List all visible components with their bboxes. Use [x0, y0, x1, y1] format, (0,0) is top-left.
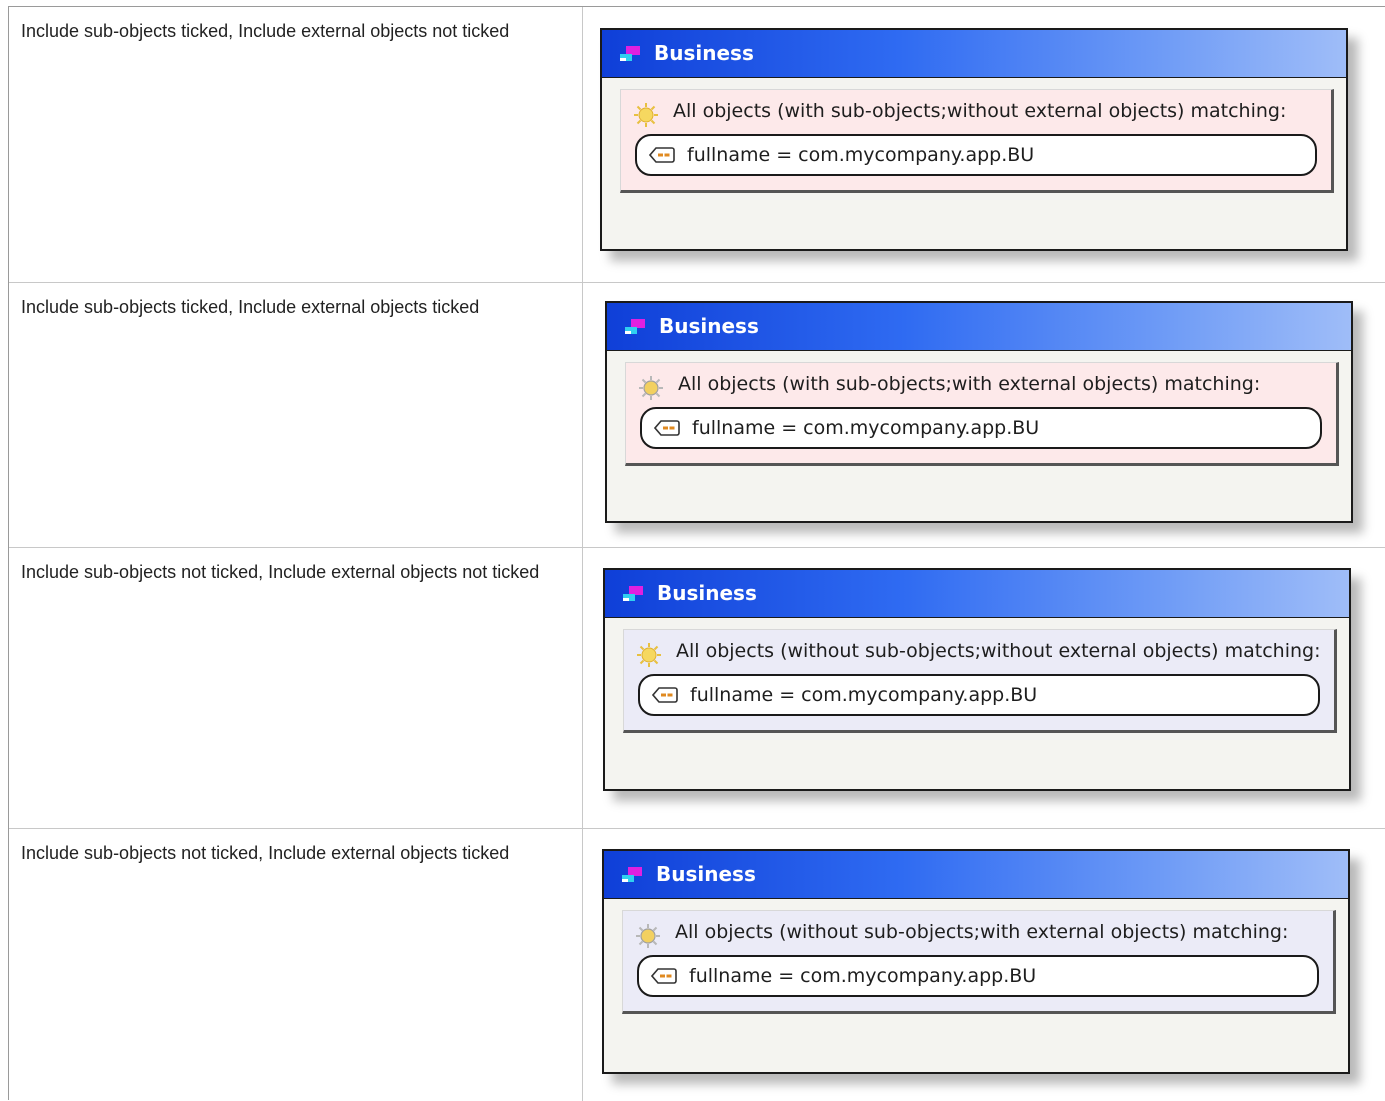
gear-sun-icon [639, 376, 663, 400]
figure-cell: Business All objects (without sub-object… [583, 548, 1385, 828]
tag-icon [654, 420, 680, 436]
row-label: Include sub-objects not ticked, Include … [9, 829, 583, 1101]
comparison-table: Include sub-objects ticked, Include exte… [8, 6, 1385, 1101]
business-group-icon [623, 586, 643, 601]
sun-icon [637, 643, 661, 667]
business-query-figure: Business All objects (with sub-objects;w… [605, 301, 1353, 523]
table-row: Include sub-objects ticked, Include exte… [9, 283, 1385, 548]
tag-icon [652, 687, 678, 703]
condition-text: fullname = com.mycompany.app.BU [689, 965, 1037, 987]
business-group-icon [625, 319, 645, 334]
condition-pill: fullname = com.mycompany.app.BU [638, 674, 1320, 716]
query-title: All objects (with sub-objects;without ex… [673, 100, 1287, 122]
condition-pill: fullname = com.mycompany.app.BU [635, 134, 1317, 176]
query-panel: All objects (with sub-objects;with exter… [625, 362, 1339, 466]
condition-text: fullname = com.mycompany.app.BU [690, 684, 1038, 706]
query-title: All objects (with sub-objects;with exter… [678, 373, 1261, 395]
sun-icon [634, 103, 658, 127]
condition-pill: fullname = com.mycompany.app.BU [640, 407, 1322, 449]
gear-sun-icon [636, 924, 660, 948]
business-query-figure: Business All objects (without sub-object… [602, 849, 1350, 1074]
business-query-figure: Business All objects (with sub-objects;w… [600, 28, 1348, 251]
title-bar: Business [604, 851, 1348, 899]
table-row: Include sub-objects not ticked, Include … [9, 548, 1385, 829]
condition-pill: fullname = com.mycompany.app.BU [637, 955, 1319, 997]
condition-text: fullname = com.mycompany.app.BU [692, 417, 1040, 439]
row-label: Include sub-objects ticked, Include exte… [9, 283, 583, 547]
figure-title: Business [654, 41, 754, 65]
figure-title: Business [659, 314, 759, 338]
figure-cell: Business All objects (without sub-object… [583, 829, 1385, 1101]
business-group-icon [620, 46, 640, 61]
row-label: Include sub-objects not ticked, Include … [9, 548, 583, 828]
business-query-figure: Business All objects (without sub-object… [603, 568, 1351, 791]
title-bar: Business [605, 570, 1349, 618]
query-panel: All objects (without sub-objects;without… [623, 629, 1337, 733]
figure-title: Business [656, 862, 756, 886]
business-group-icon [622, 867, 642, 882]
figure-cell: Business All objects (with sub-objects;w… [583, 7, 1385, 282]
table-row: Include sub-objects not ticked, Include … [9, 829, 1385, 1101]
condition-text: fullname = com.mycompany.app.BU [687, 144, 1035, 166]
tag-icon [651, 968, 677, 984]
query-panel: All objects (without sub-objects;with ex… [622, 910, 1336, 1014]
query-title: All objects (without sub-objects;with ex… [675, 921, 1289, 943]
figure-cell: Business All objects (with sub-objects;w… [583, 283, 1385, 547]
figure-title: Business [657, 581, 757, 605]
title-bar: Business [602, 30, 1346, 78]
tag-icon [649, 147, 675, 163]
table-row: Include sub-objects ticked, Include exte… [9, 7, 1385, 283]
query-panel: All objects (with sub-objects;without ex… [620, 89, 1334, 193]
query-title: All objects (without sub-objects;without… [676, 640, 1321, 662]
title-bar: Business [607, 303, 1351, 351]
row-label: Include sub-objects ticked, Include exte… [9, 7, 583, 282]
